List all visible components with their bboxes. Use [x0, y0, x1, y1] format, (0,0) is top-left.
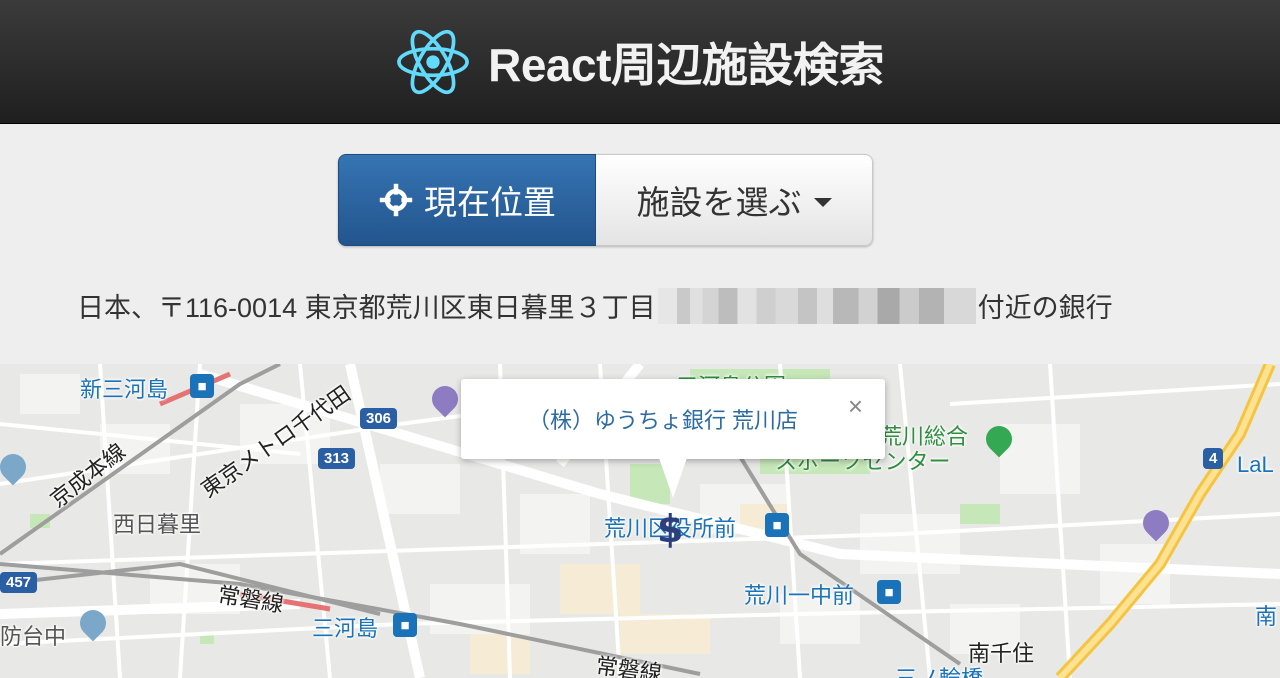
station-label[interactable]: 三河島: [312, 611, 378, 643]
close-icon[interactable]: ×: [848, 393, 863, 419]
tram-stop-label[interactable]: 三ノ輪橋: [895, 661, 983, 678]
location-controls: 現在位置 施設を選ぶ: [338, 154, 873, 246]
app-header: React周辺施設検索: [0, 0, 1280, 124]
address-line: 日本、〒116-0014 東京都荒川区東日暮里３丁目 付近の銀行: [77, 286, 1113, 325]
area-label: 西日暮里: [113, 512, 202, 537]
route-shield: 306: [360, 408, 398, 429]
brand[interactable]: React周辺施設検索: [396, 25, 884, 99]
tram-stop-label[interactable]: 荒川一中前: [744, 578, 854, 610]
redacted-block: [657, 287, 976, 324]
train-icon: ■: [190, 374, 214, 398]
route-shield: 457: [0, 572, 38, 593]
react-atom-icon: [397, 29, 469, 94]
caret-down-icon: [813, 197, 832, 207]
page-title: React周辺施設検索: [488, 38, 884, 91]
place-label[interactable]: LaL: [1237, 452, 1274, 478]
facility-select-button[interactable]: 施設を選ぶ: [596, 154, 873, 246]
train-icon: ■: [393, 613, 417, 637]
address-prefix: 日本、〒116-0014 東京都荒川区東日暮里３丁目: [77, 293, 656, 323]
current-location-button[interactable]: 現在位置: [338, 154, 596, 246]
area-label: 防台中: [0, 624, 67, 649]
route-shield: 313: [318, 448, 356, 469]
bank-marker-icon[interactable]: $: [657, 507, 683, 551]
route-shield: 4: [1203, 448, 1224, 469]
tram-icon: ■: [877, 580, 901, 604]
current-location-label: 現在位置: [424, 184, 556, 221]
address-suffix: 付近の銀行: [977, 293, 1113, 323]
place-label[interactable]: 南: [1255, 599, 1277, 631]
map-infowindow: （株）ゆうちょ銀行 荒川店 ×: [461, 379, 885, 498]
infowindow-title[interactable]: （株）ゆうちょ銀行 荒川店: [528, 403, 798, 435]
station-label[interactable]: 新三河島: [80, 372, 168, 404]
tram-icon: ■: [765, 513, 789, 537]
crosshair-icon: [379, 183, 413, 217]
facility-select-label: 施設を選ぶ: [636, 184, 802, 221]
infowindow-tail: [659, 458, 687, 498]
